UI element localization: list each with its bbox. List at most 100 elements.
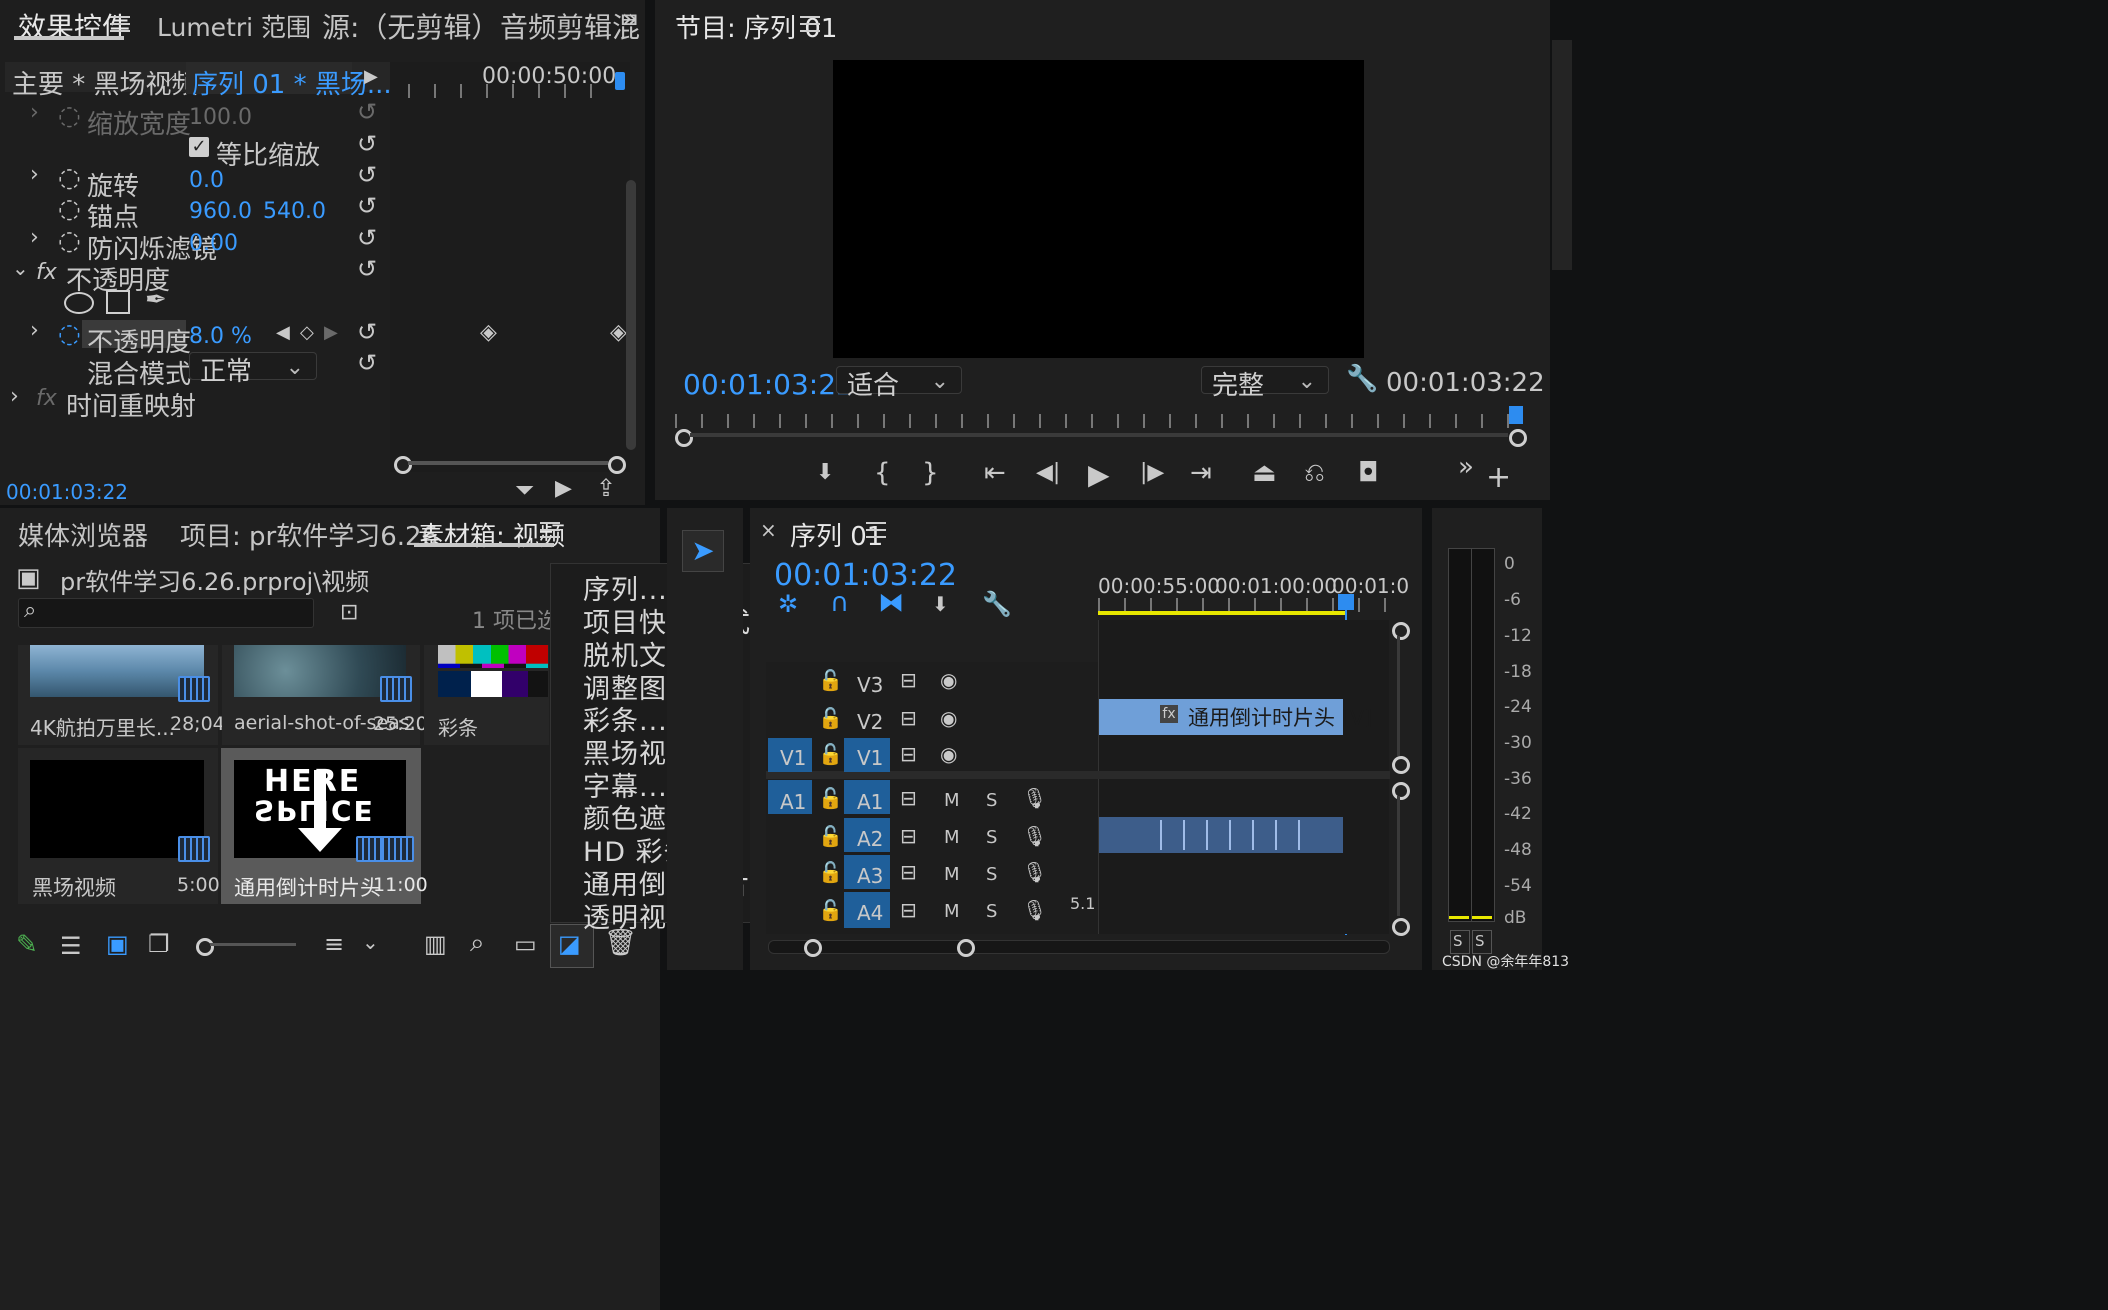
- track-lock-icon[interactable]: 🔓: [818, 860, 843, 884]
- microphone-icon[interactable]: 🎙: [1022, 898, 1047, 922]
- new-bin-folder-icon[interactable]: ▭: [514, 930, 537, 958]
- timeline-playhead-head[interactable]: [1338, 594, 1354, 610]
- blend-mode-dropdown[interactable]: 正常 ⌄: [189, 352, 317, 387]
- ec-zoom-left-handle[interactable]: [394, 456, 412, 474]
- nest-icon[interactable]: ✲: [778, 590, 798, 618]
- tab-source[interactable]: 源:（无剪辑）: [322, 6, 499, 46]
- extract-icon[interactable]: ⎌: [1304, 458, 1325, 489]
- tab-media-browser[interactable]: 媒体浏览器: [18, 516, 148, 553]
- opacity-reset-icon[interactable]: ↺: [357, 318, 377, 346]
- timeline-zoom-track[interactable]: [768, 940, 1390, 954]
- track-lock-icon[interactable]: 🔓: [818, 706, 843, 730]
- export-frame-camera-icon[interactable]: ◘: [1358, 458, 1379, 488]
- scale-width-stopwatch-icon[interactable]: ◌: [58, 101, 81, 131]
- opacity-value[interactable]: 8.0 %: [189, 324, 252, 349]
- navigate-up-folder-icon[interactable]: ▣: [16, 563, 41, 593]
- tab-audio-clip-mixer[interactable]: 音频剪辑混: [500, 6, 640, 46]
- prev-keyframe-icon[interactable]: ◀: [276, 322, 290, 343]
- find-bin-icon[interactable]: ⊡: [340, 600, 358, 625]
- sort-chevron-icon[interactable]: ⌄: [362, 930, 379, 954]
- toggle-sync-lock-icon[interactable]: ⊟: [900, 824, 917, 848]
- zoom-slider-track[interactable]: [210, 943, 296, 946]
- track-lock-icon[interactable]: 🔓: [818, 786, 843, 810]
- eye-icon[interactable]: ◉: [940, 668, 957, 692]
- find-icon[interactable]: ⌕: [470, 928, 485, 959]
- audio-scroll-bottom-handle[interactable]: [1392, 918, 1410, 936]
- video-scroll-top-handle[interactable]: [1392, 622, 1410, 640]
- freeform-view-icon[interactable]: ❐: [148, 930, 170, 958]
- automate-to-sequence-icon[interactable]: ▥: [424, 930, 447, 958]
- add-keyframe-icon[interactable]: ◇: [300, 322, 314, 343]
- microphone-icon[interactable]: 🎙: [1022, 824, 1047, 848]
- toggle-sync-lock-icon[interactable]: ⊟: [900, 786, 917, 810]
- rotation-stopwatch-icon[interactable]: ◌: [58, 163, 81, 193]
- mark-in-icon[interactable]: {: [874, 458, 891, 488]
- anchor-reset-icon[interactable]: ↺: [357, 192, 377, 220]
- close-icon[interactable]: ×: [760, 518, 777, 542]
- track-lock-icon[interactable]: 🔓: [818, 824, 843, 848]
- timeline-timecode[interactable]: 00:01:03:22: [774, 558, 957, 593]
- step-forward-icon[interactable]: |▶: [1140, 460, 1164, 485]
- ec-zoom-right-handle[interactable]: [608, 456, 626, 474]
- blend-mode-reset-icon[interactable]: ↺: [357, 349, 377, 377]
- linked-selection-icon[interactable]: ⧓: [878, 588, 904, 618]
- antiflicker-reset-icon[interactable]: ↺: [357, 224, 377, 252]
- export-icon[interactable]: ⇪: [596, 474, 616, 502]
- time-remap-fx-icon[interactable]: fx: [36, 386, 57, 411]
- rotation-value[interactable]: 0.0: [189, 168, 224, 193]
- program-zoom-left[interactable]: [675, 429, 693, 447]
- ec-zoom-bar[interactable]: [408, 461, 608, 465]
- toggle-sync-lock-icon[interactable]: ⊟: [900, 706, 917, 730]
- timeline-zoom-left-handle[interactable]: [804, 939, 822, 957]
- solo-button[interactable]: S: [986, 864, 997, 885]
- opacity-stopwatch-icon[interactable]: ◌: [58, 319, 81, 349]
- track-label-v3[interactable]: V3: [857, 673, 883, 697]
- color-bars-thumbnail[interactable]: [438, 645, 548, 697]
- program-video-frame[interactable]: [833, 60, 1364, 358]
- scale-width-value[interactable]: 100.0: [189, 105, 252, 130]
- play-only-clip-audio-icon[interactable]: ▶: [364, 66, 378, 87]
- mark-out-icon[interactable]: }: [922, 458, 939, 488]
- solo-button[interactable]: S: [986, 827, 997, 848]
- effect-controls-menu-icon[interactable]: [110, 16, 130, 32]
- step-back-icon[interactable]: ◀|: [1036, 460, 1060, 485]
- mute-button[interactable]: M: [944, 790, 960, 811]
- toggle-sync-lock-icon[interactable]: ⊟: [900, 898, 917, 922]
- tab-lumetri-scopes[interactable]: Lumetri 范围: [157, 8, 311, 44]
- eye-icon[interactable]: ◉: [940, 706, 957, 730]
- timeline-menu-icon[interactable]: [866, 522, 886, 538]
- bin-search-input[interactable]: [18, 598, 314, 628]
- keyframe-diamond-2[interactable]: ◈: [610, 320, 627, 345]
- add-marker-icon[interactable]: ⬇: [932, 592, 949, 616]
- button-editor-plus-icon[interactable]: +: [1486, 460, 1511, 495]
- uniform-scale-reset-icon[interactable]: ↺: [357, 130, 377, 158]
- add-marker-icon[interactable]: ⬇: [816, 460, 834, 485]
- scale-width-expand[interactable]: ›: [30, 100, 39, 125]
- track-lock-icon[interactable]: 🔓: [818, 898, 843, 922]
- toggle-sync-lock-icon[interactable]: ⊟: [900, 668, 917, 692]
- rectangle-mask-icon[interactable]: [106, 290, 130, 314]
- snap-magnet-icon[interactable]: ∩: [830, 588, 849, 618]
- program-zoom-bar[interactable]: [690, 433, 1508, 437]
- timeline-settings-wrench-icon[interactable]: 🔧: [982, 590, 1012, 618]
- anchor-stopwatch-icon[interactable]: ◌: [58, 194, 81, 224]
- antiflicker-stopwatch-icon[interactable]: ◌: [58, 226, 81, 256]
- ellipse-mask-icon[interactable]: [64, 292, 94, 314]
- ec-current-time[interactable]: 00:01:03:22: [6, 480, 128, 504]
- solo-button[interactable]: S: [986, 901, 997, 922]
- sort-icon[interactable]: ≡: [324, 930, 344, 958]
- work-area-bar[interactable]: [1098, 611, 1346, 615]
- icon-view-icon[interactable]: ▣: [106, 930, 129, 958]
- timeline-zoom-right-handle[interactable]: [957, 939, 975, 957]
- opacity-expand[interactable]: ›: [30, 318, 39, 343]
- opacity-group-reset-icon[interactable]: ↺: [357, 255, 377, 283]
- video-scroll-bottom-handle[interactable]: [1392, 756, 1410, 774]
- go-to-in-icon[interactable]: ⇤: [984, 458, 1006, 488]
- quality-dropdown[interactable]: 完整 ⌄: [1201, 366, 1329, 401]
- track-lock-icon[interactable]: 🔓: [818, 742, 843, 766]
- lift-icon[interactable]: ⏏: [1252, 458, 1277, 488]
- opacity-group-collapse[interactable]: ⌄: [12, 256, 29, 280]
- solo-button[interactable]: S: [986, 790, 997, 811]
- settings-wrench-icon[interactable]: 🔧: [1346, 364, 1378, 394]
- list-view-icon[interactable]: ☰: [60, 932, 82, 960]
